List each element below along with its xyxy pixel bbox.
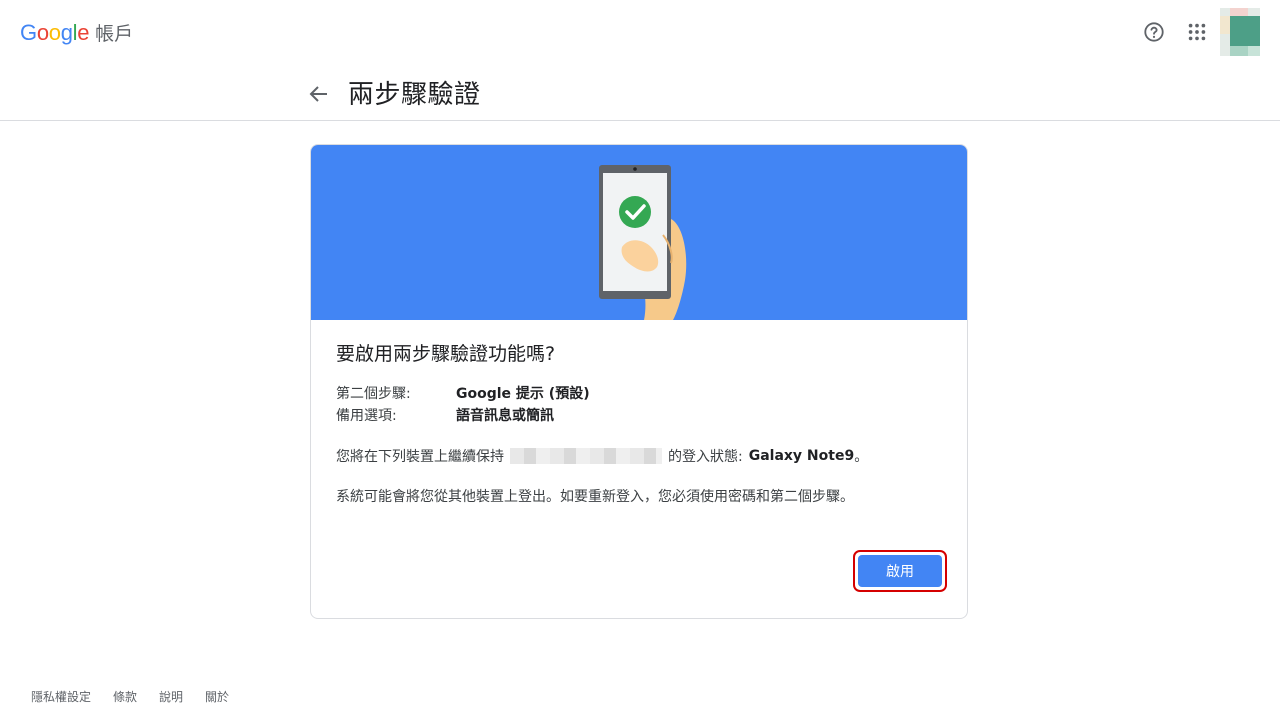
device-name: Galaxy Note9 bbox=[748, 448, 855, 464]
page-title: 兩步驟驗證 bbox=[348, 80, 481, 110]
page-header: 兩步驟驗證 bbox=[0, 64, 1280, 121]
backup-option-row: 備用選項: 語音訊息或簡訊 bbox=[336, 405, 554, 425]
card-title: 要啟用兩步驟驗證功能嗎? bbox=[336, 343, 556, 365]
second-step-value: Google 提示 (預設) bbox=[456, 386, 590, 402]
enable-2sv-card: 要啟用兩步驟驗證功能嗎? 第二個步驟: Google 提示 (預設) 備用選項:… bbox=[310, 144, 968, 619]
product-name: 帳戶 bbox=[95, 23, 134, 45]
backup-option-label: 備用選項: bbox=[336, 408, 397, 424]
device-period: 。 bbox=[854, 449, 869, 465]
footer-link-privacy[interactable]: 隱私權設定 bbox=[31, 688, 91, 705]
device-info-text: 您將在下列裝置上繼續保持 的登入狀態: Galaxy Note9 。 bbox=[336, 446, 868, 466]
footer: 隱私權設定 條款 說明 關於 bbox=[31, 688, 251, 705]
second-step-label: 第二個步驟: bbox=[336, 386, 411, 402]
account-avatar[interactable] bbox=[1220, 8, 1260, 56]
google-account-logo[interactable]: Google 帳戶 bbox=[20, 19, 133, 46]
footer-link-about[interactable]: 關於 bbox=[205, 688, 229, 705]
google-logo: Google bbox=[20, 19, 90, 45]
device-text-after: 的登入狀態: bbox=[668, 449, 743, 465]
apps-grid-icon[interactable] bbox=[1186, 21, 1208, 43]
enable-button[interactable]: 啟用 bbox=[858, 555, 942, 587]
signout-notice: 系統可能會將您從其他裝置上登出。如要重新登入，您必須使用密碼和第二個步驟。 bbox=[336, 489, 854, 505]
top-bar: Google 帳戶 bbox=[0, 0, 1280, 64]
illustration-banner bbox=[311, 145, 967, 320]
second-step-row: 第二個步驟: Google 提示 (預設) bbox=[336, 383, 590, 403]
arrow-back-icon[interactable] bbox=[307, 82, 331, 106]
enable-button-highlight: 啟用 bbox=[853, 550, 947, 592]
backup-option-value: 語音訊息或簡訊 bbox=[456, 408, 554, 424]
help-icon[interactable] bbox=[1143, 21, 1165, 43]
footer-link-help[interactable]: 說明 bbox=[159, 688, 183, 705]
device-text-before: 您將在下列裝置上繼續保持 bbox=[336, 449, 504, 465]
footer-link-terms[interactable]: 條款 bbox=[113, 688, 137, 705]
phone-check-illustration bbox=[599, 165, 687, 320]
redacted-account bbox=[510, 448, 662, 464]
